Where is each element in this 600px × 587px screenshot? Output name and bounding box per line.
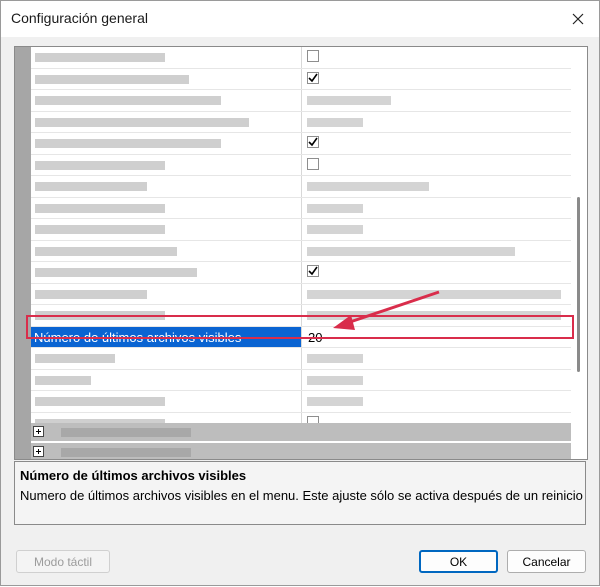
property-group[interactable]: [31, 443, 571, 459]
touch-mode-button[interactable]: Modo táctil: [16, 550, 110, 573]
property-group[interactable]: [31, 423, 571, 441]
property-row[interactable]: [31, 111, 571, 133]
property-row[interactable]: [31, 154, 571, 176]
property-row[interactable]: [31, 68, 571, 90]
description-text: Numero de últimos archivos visibles en e…: [20, 488, 583, 503]
checkbox-icon[interactable]: [307, 50, 319, 62]
checkbox-icon[interactable]: [307, 136, 319, 148]
property-row[interactable]: [31, 90, 571, 112]
settings-dialog: Configuración general Número de últimos …: [0, 0, 600, 586]
property-row[interactable]: [31, 348, 571, 370]
scrollbar-thumb[interactable]: [577, 197, 580, 372]
expand-plus-icon[interactable]: [33, 426, 44, 437]
checkbox-icon[interactable]: [307, 157, 319, 170]
property-row[interactable]: [31, 391, 571, 413]
property-grid[interactable]: Número de últimos archivos visibles 20: [14, 46, 588, 460]
close-icon: [572, 13, 584, 25]
property-row[interactable]: [31, 283, 571, 305]
expand-plus-icon[interactable]: [33, 446, 44, 457]
property-row[interactable]: [31, 219, 571, 241]
property-row[interactable]: [31, 305, 571, 327]
selected-property-value[interactable]: 20: [308, 330, 322, 345]
property-rows: Número de últimos archivos visibles 20: [31, 47, 571, 434]
vertical-scrollbar[interactable]: [572, 47, 586, 459]
description-panel: Número de últimos archivos visibles Nume…: [14, 461, 586, 525]
property-row[interactable]: [31, 133, 571, 155]
property-row[interactable]: [31, 240, 571, 262]
description-title: Número de últimos archivos visibles: [20, 468, 247, 483]
selected-property-name: Número de últimos archivos visibles: [34, 329, 242, 345]
property-row-selected[interactable]: Número de últimos archivos visibles 20: [31, 326, 571, 348]
cancel-button[interactable]: Cancelar: [507, 550, 586, 573]
grid-gutter: [15, 47, 31, 459]
property-row[interactable]: [31, 197, 571, 219]
window-title: Configuración general: [11, 10, 148, 26]
checkbox-icon[interactable]: [307, 265, 319, 277]
checkbox-icon[interactable]: [307, 71, 319, 84]
property-row[interactable]: [31, 369, 571, 391]
property-row[interactable]: [31, 176, 571, 198]
property-row[interactable]: [31, 47, 571, 69]
property-row[interactable]: [31, 262, 571, 284]
close-button[interactable]: [563, 5, 593, 33]
ok-button[interactable]: OK: [419, 550, 498, 573]
title-bar: Configuración general: [1, 1, 599, 37]
